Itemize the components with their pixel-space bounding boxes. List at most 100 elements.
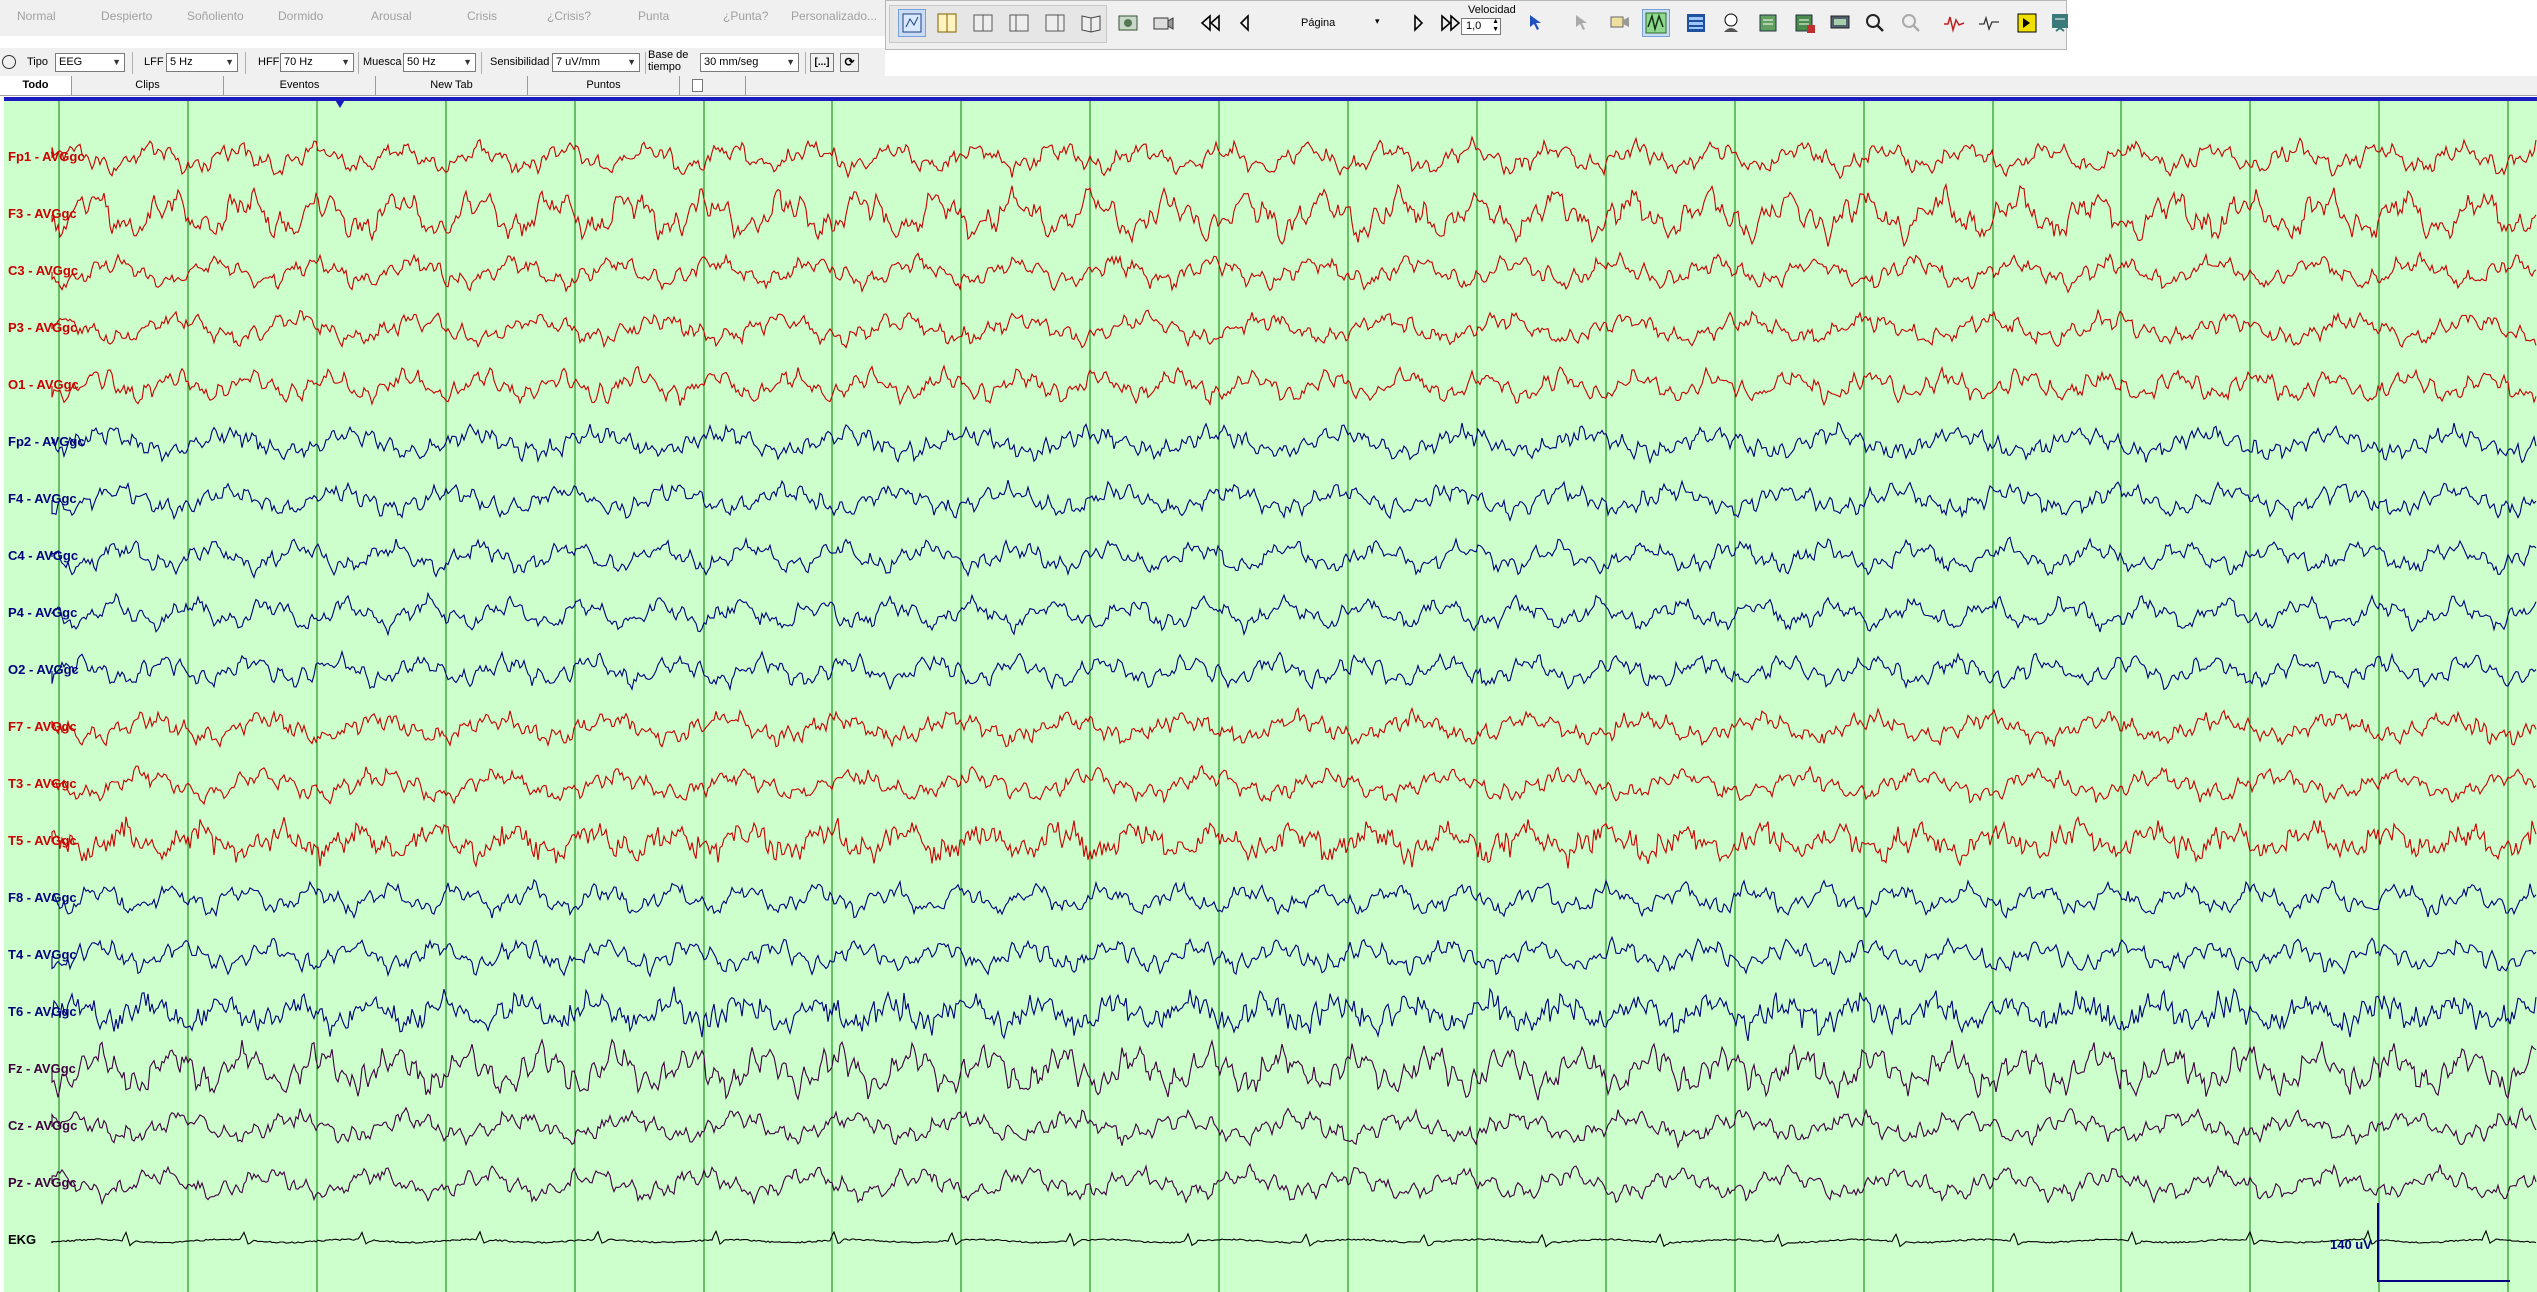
speed-spinner-icon[interactable]: ▲ ▼ <box>1492 18 1499 34</box>
trace-f3[interactable] <box>51 182 2537 248</box>
refresh-button[interactable]: ⟳ <box>840 53 859 72</box>
trace-f8[interactable] <box>51 878 2537 920</box>
trace-pz[interactable] <box>51 1163 2537 1206</box>
zoom-out-icon[interactable] <box>1897 9 1925 37</box>
event-button-7[interactable]: Punta <box>638 9 669 23</box>
export-icon[interactable] <box>1791 9 1819 37</box>
map-icon[interactable] <box>1682 9 1710 37</box>
channel-label[interactable]: T6 - AVGgc <box>8 1004 77 1019</box>
eeg-waveform-canvas[interactable] <box>4 101 2537 1292</box>
channel-label[interactable]: P3 - AVGgc <box>8 320 77 335</box>
step-back-icon[interactable] <box>1231 9 1259 37</box>
page-dropdown-icon[interactable]: ▾ <box>1375 16 1380 27</box>
channel-label[interactable]: EKG <box>8 1232 36 1247</box>
split-icon[interactable] <box>1005 9 1033 37</box>
marker-icon[interactable] <box>1569 9 1597 37</box>
trace-p4[interactable] <box>51 591 2537 637</box>
channel-label[interactable]: C4 - AVGgc <box>8 548 78 563</box>
record-icon[interactable] <box>1114 9 1142 37</box>
flag-icon[interactable] <box>2013 9 2041 37</box>
sensibilidad-select[interactable]: 7 uV/mm ▼ <box>552 53 640 72</box>
print-icon[interactable] <box>1826 9 1854 37</box>
channel-label[interactable]: Cz - AVGgc <box>8 1118 77 1133</box>
page-marker-icon[interactable] <box>334 98 346 108</box>
waveform-icon[interactable] <box>1940 9 1968 37</box>
tab-new-tab[interactable]: New Tab <box>376 76 528 95</box>
trace-c3[interactable] <box>51 251 2537 294</box>
event-button-1[interactable]: Despierto <box>101 9 152 23</box>
trace-ekg[interactable] <box>51 1229 2537 1248</box>
channel-label[interactable]: F3 - AVGgc <box>8 206 77 221</box>
event-button-3[interactable]: Dormido <box>278 9 323 23</box>
new-tab-icon[interactable] <box>692 79 703 92</box>
step-forward-icon[interactable] <box>1404 9 1432 37</box>
pulse-icon[interactable] <box>1975 9 2003 37</box>
channel-label[interactable]: T3 - AVGgc <box>8 776 77 791</box>
cursor-icon[interactable] <box>1523 9 1551 37</box>
video-icon[interactable] <box>1606 9 1634 37</box>
tab-puntos[interactable]: Puntos <box>528 76 680 95</box>
trace-t3[interactable] <box>51 764 2537 806</box>
trace-t6[interactable] <box>51 986 2537 1042</box>
trace-cz[interactable] <box>51 1106 2537 1149</box>
tipo-select[interactable]: EEG ▼ <box>55 53 125 72</box>
compare-icon[interactable] <box>1041 9 1069 37</box>
bracket-button[interactable]: [...] <box>810 53 834 72</box>
channel-label[interactable]: Pz - AVGgc <box>8 1175 77 1190</box>
muesca-label: Muesca <box>363 56 402 68</box>
event-button-5[interactable]: Crisis <box>467 9 497 23</box>
channel-label[interactable]: O2 - AVGgc <box>8 662 79 677</box>
camera-icon[interactable] <box>1149 9 1177 37</box>
event-button-9[interactable]: Personalizado... <box>791 9 877 23</box>
channel-label[interactable]: C3 - AVGgc <box>8 263 78 278</box>
channel-label[interactable]: F4 - AVGgc <box>8 491 77 506</box>
trace-fp1[interactable] <box>51 135 2537 180</box>
montage-icon[interactable] <box>933 9 961 37</box>
trace-p3[interactable] <box>51 308 2537 349</box>
speed-input[interactable]: 1,0 ▲ ▼ <box>1461 18 1501 35</box>
trace-f4[interactable] <box>51 479 2537 523</box>
report-icon[interactable] <box>1755 9 1783 37</box>
trace-f7[interactable] <box>51 706 2537 749</box>
muesca-select[interactable]: 50 Hz ▼ <box>403 53 476 72</box>
channel-label[interactable]: Fp1 - AVGgc <box>8 149 85 164</box>
tab-todo[interactable]: Todo <box>0 76 72 95</box>
channel-label[interactable]: T4 - AVGgc <box>8 947 77 962</box>
tab-eventos[interactable]: Eventos <box>224 76 376 95</box>
channel-label[interactable]: F7 - AVGgc <box>8 719 77 734</box>
channel-label[interactable]: F8 - AVGgc <box>8 890 77 905</box>
channel-label[interactable]: T5 - AVGgc <box>8 833 77 848</box>
event-button-0[interactable]: Normal <box>17 9 56 23</box>
trace-t4[interactable] <box>51 935 2537 978</box>
channel-label[interactable]: Fp2 - AVGgc <box>8 434 85 449</box>
trace-t5[interactable] <box>51 816 2537 869</box>
channel-label[interactable]: P4 - AVGgc <box>8 605 77 620</box>
tab-clips[interactable]: Clips <box>72 76 224 95</box>
channel-label[interactable]: O1 - AVGgc <box>8 377 79 392</box>
eeg-display[interactable]: Fp1 - AVGgc F3 - AVGgc C3 - AVGgc P3 - AVGg… <box>4 97 2537 1292</box>
event-button-8[interactable]: ¿Punta? <box>723 9 768 23</box>
spike-icon[interactable] <box>1642 9 1670 37</box>
base-tiempo-select[interactable]: 30 mm/seg ▼ <box>700 53 799 72</box>
fast-forward-icon[interactable] <box>1437 9 1465 37</box>
zoom-in-icon[interactable] <box>1861 9 1889 37</box>
lff-select[interactable]: 5 Hz ▼ <box>166 53 238 72</box>
settings-icon[interactable] <box>2046 9 2074 37</box>
rewind-icon[interactable] <box>1196 9 1224 37</box>
event-button-6[interactable]: ¿Crisis? <box>547 9 591 23</box>
trace-o2[interactable] <box>51 649 2537 692</box>
panel-icon[interactable] <box>969 9 997 37</box>
trace-fp2[interactable] <box>51 421 2537 465</box>
trace-c4[interactable] <box>51 536 2537 579</box>
trace-fz[interactable] <box>51 1038 2537 1101</box>
view-select-icon[interactable] <box>898 9 926 37</box>
event-button-4[interactable]: Arousal <box>371 9 412 23</box>
trace-o1[interactable] <box>51 364 2537 407</box>
patient-icon[interactable] <box>1718 9 1746 37</box>
event-button-2[interactable]: Soñoliento <box>187 9 244 23</box>
montage-icon[interactable] <box>2 55 16 69</box>
hff-select[interactable]: 70 Hz ▼ <box>280 53 354 72</box>
book-icon[interactable] <box>1077 9 1105 37</box>
channel-label[interactable]: Fz - AVGgc <box>8 1061 76 1076</box>
filter-settings-bar: Tipo EEG ▼ LFF 5 Hz ▼ HFF 70 Hz ▼ Muesca 50… <box>0 48 885 76</box>
